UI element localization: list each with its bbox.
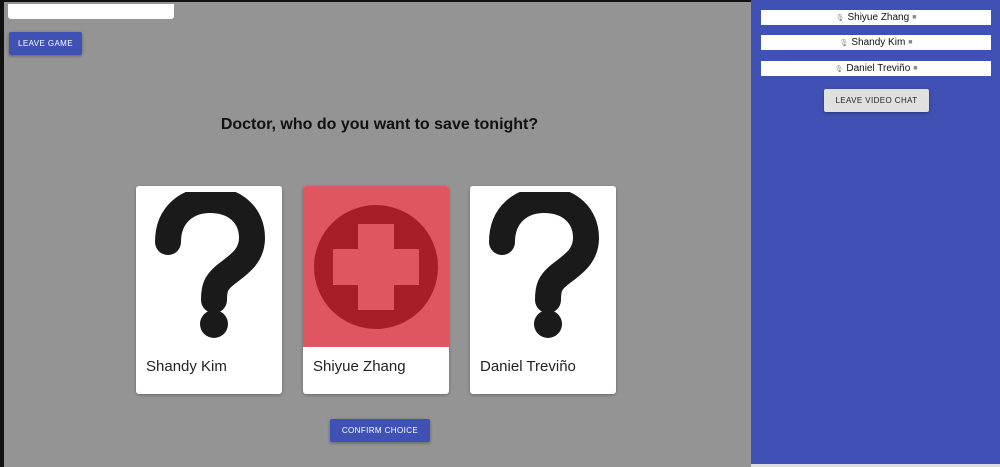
participant-tile: 🎙 Shiyue Zhang ■ — [761, 10, 991, 25]
card-image — [136, 186, 282, 347]
participant-tile: 🎙 Daniel Treviño ■ — [761, 61, 991, 76]
medical-cross-icon — [314, 204, 438, 329]
question-mark-icon — [155, 191, 266, 338]
name-field[interactable] — [8, 4, 174, 19]
card-name: Shandy Kim — [146, 358, 227, 375]
mic-off-icon: 🎙 — [835, 14, 845, 22]
player-card-daniel-trevino[interactable]: Daniel Treviño — [470, 186, 616, 394]
participant-name: Shiyue Zhang — [847, 12, 910, 23]
card-name: Shiyue Zhang — [313, 358, 406, 375]
mic-off-icon: 🎙 — [834, 65, 844, 73]
card-image — [303, 186, 449, 347]
leave-video-chat-button[interactable]: LEAVE VIDEO CHAT — [824, 89, 929, 112]
participant-name: Shandy Kim — [851, 37, 906, 48]
card-image — [470, 186, 616, 347]
game-area: LEAVE GAME Doctor, who do you want to sa… — [0, 0, 751, 467]
card-name: Daniel Treviño — [480, 358, 576, 375]
camera-off-icon: ■ — [912, 14, 917, 21]
camera-off-icon: ■ — [913, 65, 918, 72]
question-mark-icon — [489, 191, 600, 338]
video-chat-panel: 🎙 Shiyue Zhang ■ 🎙 Shandy Kim ■ 🎙 Daniel… — [751, 0, 1000, 464]
leave-game-button[interactable]: LEAVE GAME — [9, 32, 82, 55]
doctor-prompt: Doctor, who do you want to save tonight? — [220, 116, 539, 133]
participant-tile: 🎙 Shandy Kim ■ — [761, 35, 991, 50]
participant-name: Daniel Treviño — [846, 63, 911, 74]
confirm-choice-button[interactable]: CONFIRM CHOICE — [330, 419, 430, 442]
mic-off-icon: 🎙 — [839, 39, 849, 47]
camera-off-icon: ■ — [908, 39, 913, 46]
player-card-shandy-kim[interactable]: Shandy Kim — [136, 186, 282, 394]
player-card-shiyue-zhang[interactable]: Shiyue Zhang — [303, 186, 449, 394]
